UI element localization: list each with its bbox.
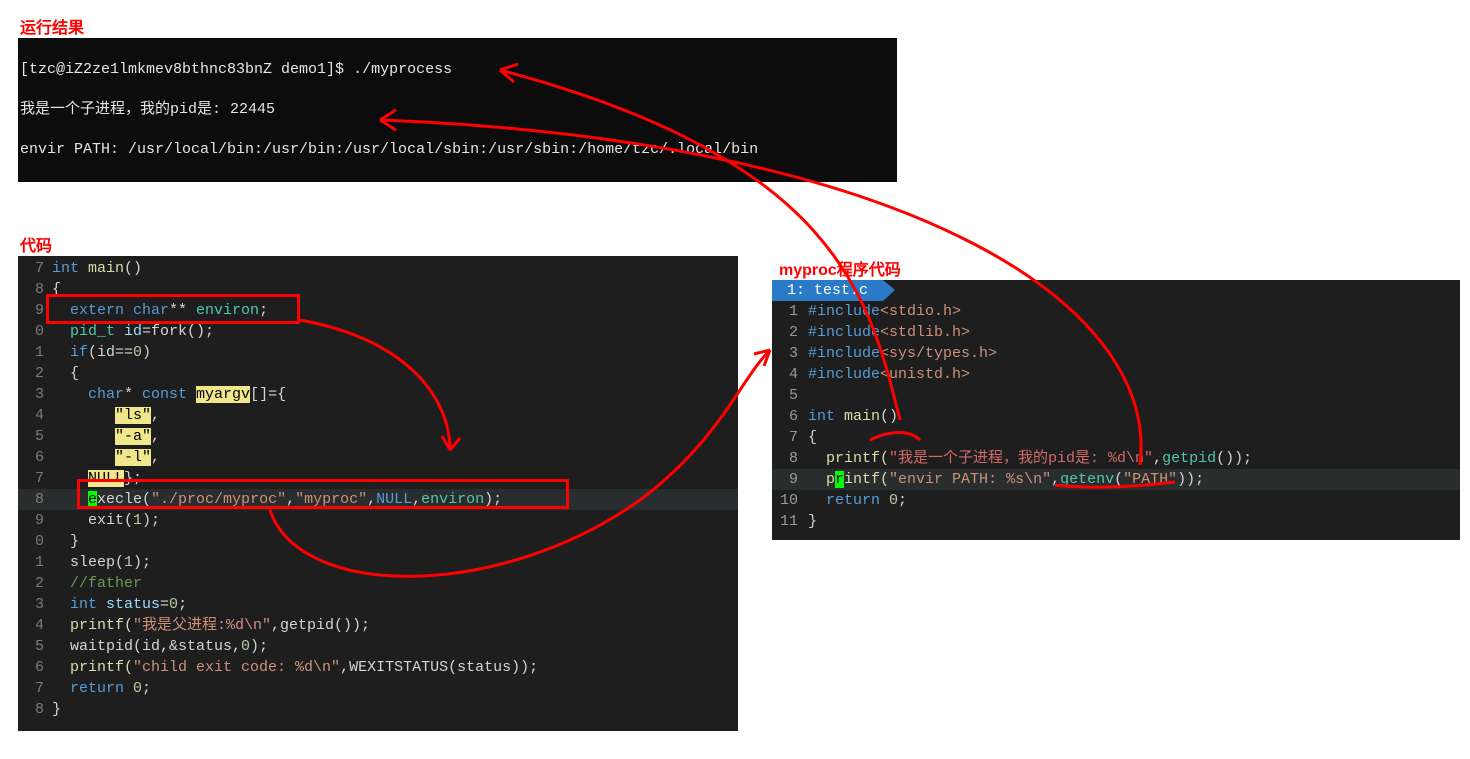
tab-filename[interactable]: 1: test.c: [772, 280, 883, 301]
terminal-line: 我是一个子进程，我的pid是: 22445: [20, 100, 897, 120]
label-code: 代码: [20, 232, 52, 256]
terminal-line: :/home/tzc/bin: [20, 180, 897, 182]
tab-arrow-icon: [883, 280, 895, 301]
code-editor-left[interactable]: 7int main() 8{ 9 extern char** environ; …: [18, 256, 738, 731]
label-run-result: 运行结果: [20, 14, 84, 38]
cmd: ./myprocess: [353, 61, 452, 78]
terminal-line: envir PATH: /usr/local/bin:/usr/bin:/usr…: [20, 140, 897, 160]
label-myproc-code: myproc程序代码: [779, 256, 901, 280]
prompt: [tzc@iZ2ze1lmkmev8bthnc83bnZ demo1]$: [20, 61, 353, 78]
terminal-output: [tzc@iZ2ze1lmkmev8bthnc83bnZ demo1]$ ./m…: [18, 38, 897, 182]
code-editor-right[interactable]: 1: test.c 1#include<stdio.h> 2#include<s…: [772, 280, 1460, 540]
